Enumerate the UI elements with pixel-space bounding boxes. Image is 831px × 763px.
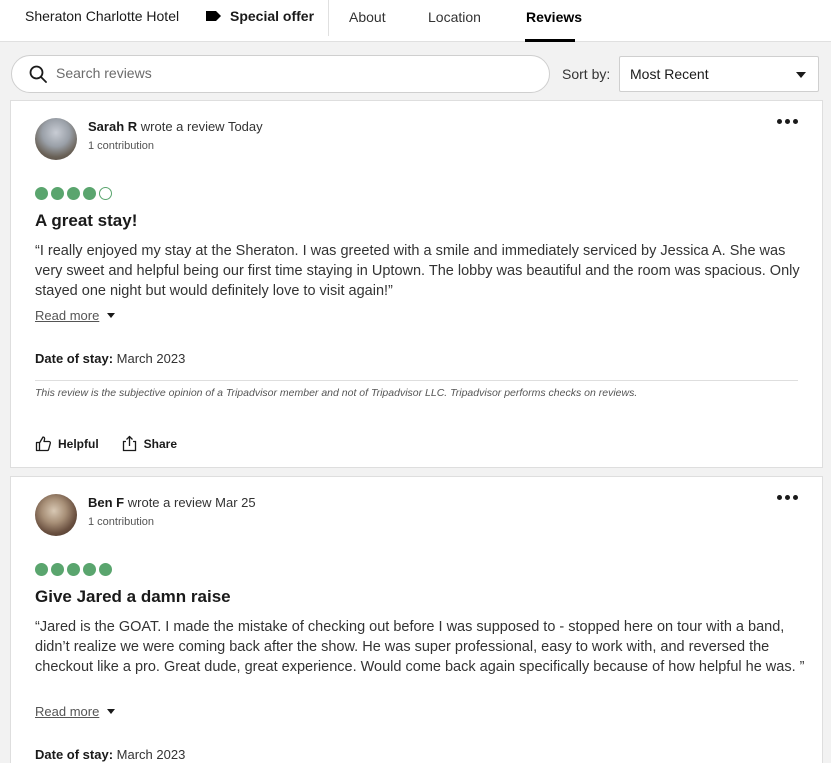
review-body: “I really enjoyed my stay at the Sherato… [35,243,800,299]
date-of-stay-value: March 2023 [116,351,186,366]
active-tab-indicator [525,39,575,42]
review-title[interactable]: A great stay! [35,211,137,231]
review-filter-bar: Sort by: Most Recent [0,43,831,100]
helpful-label: Helpful [58,436,99,451]
thumbs-up-icon [35,436,52,452]
read-more-label: Read more [35,704,100,719]
date-of-stay-value: March 2023 [116,747,186,762]
chevron-down-icon [107,313,116,318]
review-title[interactable]: Give Jared a damn raise [35,587,231,607]
rating-bubble-filled [83,563,96,576]
contribution-count: 1 contribution [88,140,155,152]
review-actions: Helpful Share [35,435,177,452]
review-card: Ben F wrote a review Mar 25 1 contributi… [10,476,823,763]
rating-bubble-filled [51,187,64,200]
tab-about[interactable]: About [349,9,386,25]
chevron-down-icon [796,72,806,78]
reviewer-name[interactable]: Sarah R [88,119,137,134]
read-more-link[interactable]: Read more [35,704,116,719]
rating-bubble-filled [99,563,112,576]
share-button[interactable]: Share [121,435,177,452]
search-input[interactable] [56,65,526,81]
sort-select[interactable]: Most Recent [619,56,819,92]
helpful-button[interactable]: Helpful [35,435,99,452]
tag-icon [206,11,221,21]
read-more-link[interactable]: Read more [35,308,116,323]
avatar[interactable] [35,494,77,536]
search-box[interactable] [11,55,550,93]
divider [35,380,798,381]
date-of-stay: Date of stay: March 2023 [35,747,185,762]
read-more-label: Read more [35,308,100,323]
sort-selected-value: Most Recent [630,66,709,82]
special-offer-label: Special offer [230,8,315,24]
hotel-name[interactable]: Sheraton Charlotte Hotel [25,8,179,24]
top-nav: Sheraton Charlotte Hotel Special offer A… [0,0,831,42]
rating-bubble-filled [67,563,80,576]
rating-bubbles [35,187,112,200]
rating-bubbles [35,563,112,576]
contribution-count: 1 contribution [88,516,155,528]
rating-bubble-filled [67,187,80,200]
share-label: Share [143,436,178,451]
avatar[interactable] [35,118,77,160]
rating-bubble-filled [35,187,48,200]
chevron-down-icon [107,709,116,714]
search-icon [29,65,47,83]
date-of-stay-label: Date of stay: [35,747,114,762]
tab-reviews[interactable]: Reviews [526,9,582,25]
reviewer-name[interactable]: Ben F [88,495,124,510]
date-of-stay-label: Date of stay: [35,351,114,366]
more-options-button[interactable] [777,119,798,124]
sort-label: Sort by: [562,66,611,82]
special-offer-link[interactable]: Special offer [206,8,314,24]
review-disclaimer: This review is the subjective opinion of… [35,387,638,399]
date-of-stay: Date of stay: March 2023 [35,351,185,366]
rating-bubble-filled [35,563,48,576]
more-options-button[interactable] [777,495,798,500]
rating-bubble-filled [83,187,96,200]
reviewer-line: Ben F wrote a review Mar 25 [88,495,256,510]
nav-divider [328,0,329,36]
rating-bubble-empty [99,187,112,200]
rating-bubble-filled [51,563,64,576]
review-body: “Jared is the GOAT. I made the mistake o… [35,619,805,675]
share-icon [122,435,136,452]
review-card: Sarah R wrote a review Today 1 contribut… [10,100,823,468]
review-meta: wrote a review Today [140,119,263,134]
tab-location[interactable]: Location [428,9,481,25]
reviewer-line: Sarah R wrote a review Today [88,119,263,134]
review-meta: wrote a review Mar 25 [127,495,256,510]
